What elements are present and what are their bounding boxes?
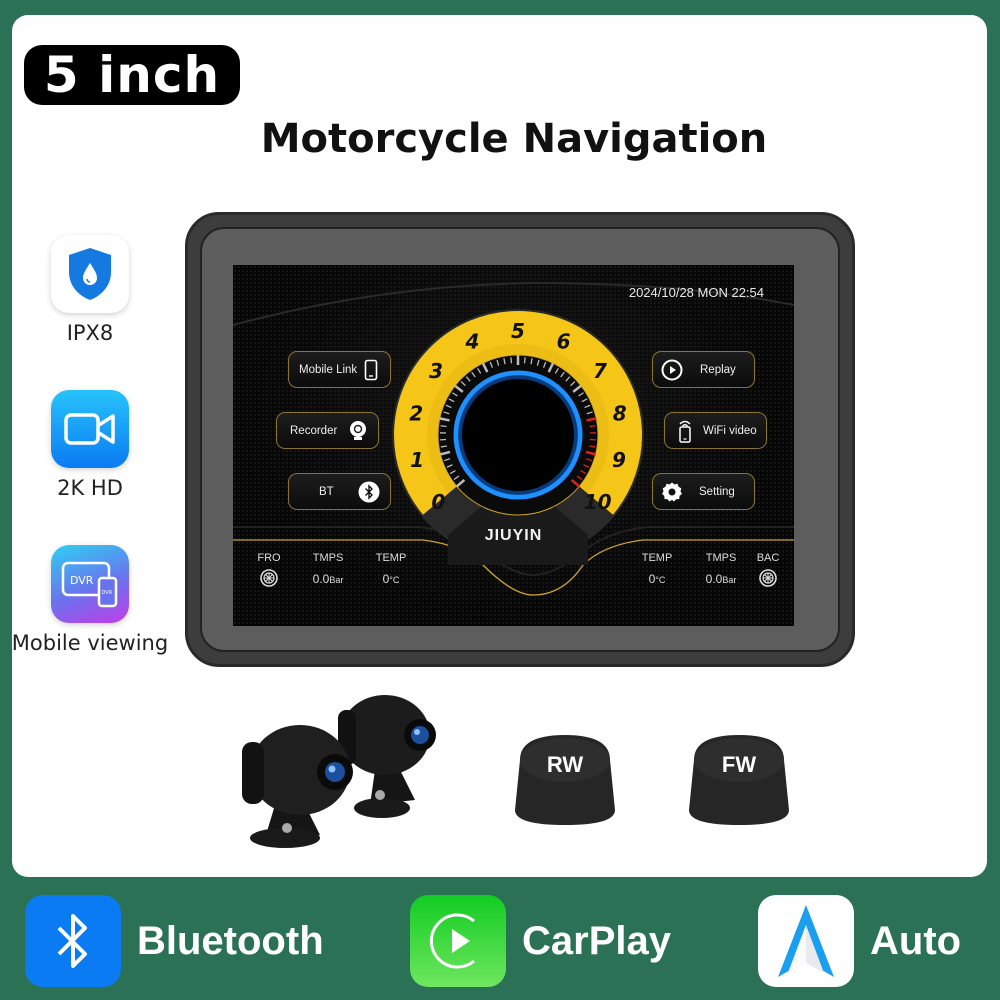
gauge-tick	[589, 425, 596, 428]
gauge-tick	[589, 445, 596, 448]
button-label: Replay	[700, 363, 736, 376]
bluetooth-feature: Bluetooth	[25, 895, 324, 987]
smartphone-icon	[360, 359, 382, 381]
rear-temp-readout: TEMP 0°C	[637, 552, 677, 586]
carplay-feature: CarPlay	[410, 895, 671, 987]
feature-ipx8: IPX8	[0, 235, 180, 345]
pressure-unit: Bar	[329, 575, 344, 585]
dual-camera-image	[242, 695, 436, 848]
waterproof-shield-icon	[51, 235, 129, 313]
setting-button[interactable]: Setting	[652, 473, 755, 510]
temp-label: TEMP	[375, 552, 407, 564]
temp-label: TEMP	[641, 552, 673, 564]
temp-unit: °C	[389, 575, 400, 585]
gauge-tick	[440, 445, 447, 448]
pressure-unit: Bar	[722, 575, 737, 585]
bluetooth-icon	[358, 481, 380, 503]
wheel-label: BAC	[756, 552, 780, 564]
gauge-center-dial	[453, 370, 583, 500]
gauge-number-label: 6	[557, 330, 571, 354]
feature-2k-hd: 2K HD	[0, 390, 180, 500]
android-auto-icon	[758, 895, 854, 987]
sensor-label: FW	[722, 752, 756, 777]
button-label: BT	[319, 485, 334, 498]
feature-label: Bluetooth	[137, 918, 324, 963]
wifi-phone-icon	[674, 420, 696, 443]
gauge-number-label: 2	[409, 401, 423, 425]
button-label: WiFi video	[703, 424, 757, 437]
brand-label: JIUYIN	[484, 527, 543, 544]
wheel-icon	[260, 569, 278, 587]
button-label: Mobile Link	[299, 363, 358, 376]
android-auto-feature: Auto	[758, 895, 961, 987]
gauge-number-label: 1	[410, 448, 424, 472]
mobile-link-button[interactable]: Mobile Link	[288, 351, 391, 388]
speed-gauge: 01 234 5 678 910	[392, 309, 644, 565]
button-label: Setting	[699, 485, 735, 498]
gauge-number-label: 9	[612, 448, 626, 472]
rear-wheel-indicator: BAC	[755, 552, 781, 587]
pressure-value: 0.0	[705, 572, 723, 586]
play-circle-icon	[661, 359, 683, 381]
wheel-icon	[759, 569, 777, 587]
feature-label: Mobile viewing	[11, 631, 169, 655]
gauge-number-label: 0	[431, 490, 445, 514]
screen-size-badge: 5 inch	[24, 45, 240, 105]
feature-label: Auto	[870, 918, 962, 963]
wifi-video-button[interactable]: WiFi video	[664, 412, 767, 449]
date-time-readout: 2024/10/28 MON 22:54	[628, 285, 764, 300]
gear-icon	[661, 481, 683, 503]
bluetooth-icon	[25, 895, 121, 987]
gauge-number-label: 10	[584, 490, 612, 514]
gauge-number-label: 4	[464, 330, 479, 354]
front-wheel-indicator: FRO	[256, 552, 282, 587]
button-label: Recorder	[290, 424, 338, 437]
pressure-label: TMPS	[312, 552, 344, 564]
sensor-label: RW	[547, 752, 583, 777]
feature-label: IPX8	[66, 321, 114, 345]
replay-button[interactable]: Replay	[652, 351, 755, 388]
gauge-tick	[440, 425, 447, 428]
front-pressure-readout: TMPS 0.0Bar	[303, 552, 353, 586]
dvr-icon-small-text: DVR	[102, 590, 113, 596]
bt-button[interactable]: BT	[288, 473, 391, 510]
feature-label: CarPlay	[522, 918, 671, 963]
feature-mobile-viewing: DVR DVR Mobile viewing	[0, 545, 180, 655]
gauge-number-label: 7	[593, 359, 607, 383]
pressure-label: TMPS	[705, 552, 737, 564]
carplay-icon	[410, 895, 506, 987]
recorder-button[interactable]: Recorder	[276, 412, 379, 449]
gauge-tick	[510, 357, 513, 364]
rear-pressure-readout: TMPS 0.0Bar	[696, 552, 746, 586]
front-temp-readout: TEMP 0°C	[371, 552, 411, 586]
page-title: Motorcycle Navigation	[260, 116, 768, 162]
dvr-icon-text: DVR	[70, 574, 94, 587]
front-wheel-sensor: FW	[689, 735, 789, 825]
gauge-tick	[523, 357, 526, 364]
gauge-number-label: 5	[511, 319, 525, 343]
rear-wheel-sensor: RW	[515, 735, 615, 825]
gauge-number-label: 8	[613, 401, 627, 425]
gauge-number-label: 3	[429, 359, 443, 383]
device-screen: 2024/10/28 MON 22:54 Mobile Link Recorde…	[233, 265, 794, 626]
webcam-icon	[347, 420, 369, 442]
feature-label: 2K HD	[57, 476, 123, 500]
temp-unit: °C	[655, 575, 666, 585]
pressure-value: 0.0	[312, 572, 330, 586]
wheel-label: FRO	[257, 552, 281, 564]
dvr-mobile-icon: DVR DVR	[51, 545, 129, 623]
video-camera-icon	[51, 390, 129, 468]
